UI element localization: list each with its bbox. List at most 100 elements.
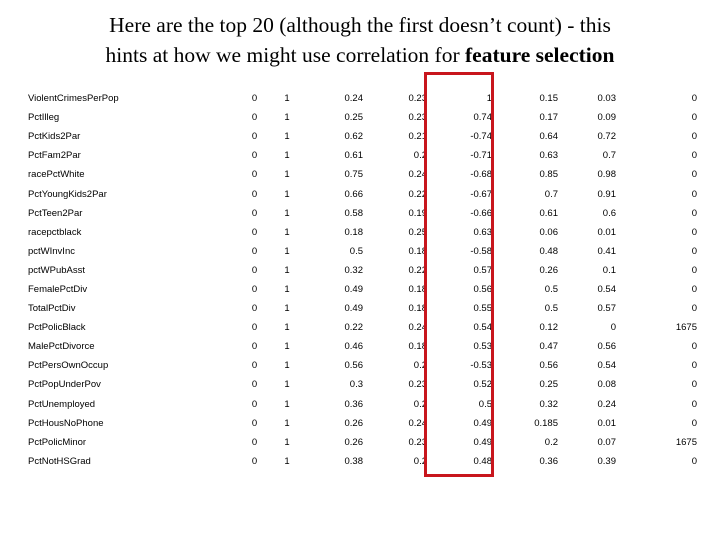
median-cell: 0.85 [539, 169, 559, 181]
mean-cell: 0.58 [344, 207, 364, 219]
mode-cell: 0.41 [597, 245, 617, 257]
attribute-name-cell: PctPolicMinor [28, 436, 87, 448]
mean-cell: 0.49 [344, 283, 364, 295]
max-cell: 1 [284, 131, 290, 143]
slide-title: Here are the top 20 (although the first … [0, 10, 720, 70]
max-cell: 1 [284, 360, 290, 372]
missing-count-cell: 0 [691, 264, 697, 276]
missing-count-cell: 0 [691, 417, 697, 429]
mode-cell: 0.57 [597, 303, 617, 315]
table-row: PctUnemployed 0 1 0.36 0.2 0.5 0.32 0.24 0 [28, 395, 697, 414]
stdev-cell: 0.18 [408, 341, 428, 353]
title-line-1: Here are the top 20 (although the first … [109, 13, 611, 37]
attribute-name-cell: PctIlleg [28, 112, 60, 124]
median-cell: 0.63 [539, 150, 559, 162]
mean-cell: 0.5 [349, 245, 363, 257]
median-cell: 0.48 [539, 245, 559, 257]
stdev-cell: 0.2 [413, 398, 427, 410]
stdev-cell: 0.18 [408, 303, 428, 315]
stdev-cell: 0.2 [413, 455, 427, 467]
max-cell: 1 [284, 417, 290, 429]
missing-count-cell: 0 [691, 112, 697, 124]
attribute-name-cell: PctNotHSGrad [28, 455, 91, 467]
table-row: PctKids2Par 0 1 0.62 0.21 -0.74 0.64 0.72 0 [28, 127, 697, 146]
mean-cell: 0.22 [344, 322, 364, 334]
attribute-name-cell: racepctblack [28, 226, 82, 238]
max-cell: 1 [284, 245, 290, 257]
mean-cell: 0.24 [344, 93, 364, 105]
table-row: PctPersOwnOccup 0 1 0.56 0.2 -0.53 0.56 0.54 0 [28, 356, 697, 375]
correlation-column-highlight [424, 72, 494, 477]
min-cell: 0 [251, 436, 258, 448]
stdev-cell: 0.2 [413, 150, 427, 162]
min-cell: 0 [251, 131, 258, 143]
stdev-cell: 0.2 [413, 360, 427, 372]
max-cell: 1 [284, 188, 290, 200]
table-row: PctHousNoPhone 0 1 0.26 0.24 0.49 0.185 0.01 0 [28, 414, 697, 433]
max-cell: 1 [284, 264, 290, 276]
min-cell: 0 [251, 398, 258, 410]
min-cell: 0 [251, 112, 258, 124]
min-cell: 0 [251, 188, 258, 200]
median-cell: 0.17 [539, 112, 559, 124]
min-cell: 0 [251, 455, 258, 467]
title-line-2: hints at how we might use correlation fo… [0, 40, 720, 70]
stdev-cell: 0.22 [408, 264, 428, 276]
mean-cell: 0.56 [344, 360, 364, 372]
mean-cell: 0.26 [344, 417, 364, 429]
correlation-table: ViolentCrimesPerPop 0 1 0.24 0.23 1 0.15 0.03 0 P… [28, 89, 697, 471]
mode-cell: 0 [610, 322, 616, 334]
mean-cell: 0.18 [344, 226, 364, 238]
stdev-cell: 0.24 [408, 417, 428, 429]
stdev-cell: 0.24 [408, 322, 428, 334]
stdev-cell: 0.21 [408, 131, 428, 143]
median-cell: 0.61 [539, 207, 559, 219]
mean-cell: 0.62 [344, 131, 364, 143]
table-row: PctIlleg 0 1 0.25 0.23 0.74 0.17 0.09 0 [28, 108, 697, 127]
mean-cell: 0.26 [344, 436, 364, 448]
max-cell: 1 [284, 226, 290, 238]
mean-cell: 0.46 [344, 341, 364, 353]
max-cell: 1 [284, 283, 290, 295]
table-row: ViolentCrimesPerPop 0 1 0.24 0.23 1 0.15 0.03 0 [28, 89, 697, 108]
max-cell: 1 [284, 398, 290, 410]
median-cell: 0.15 [539, 93, 559, 105]
stdev-cell: 0.25 [408, 226, 428, 238]
missing-count-cell: 0 [691, 245, 697, 257]
mode-cell: 0.98 [597, 169, 617, 181]
missing-count-cell: 0 [691, 455, 697, 467]
mode-cell: 0.56 [597, 341, 617, 353]
table-row: PctFam2Par 0 1 0.61 0.2 -0.71 0.63 0.7 0 [28, 146, 697, 165]
median-cell: 0.5 [544, 303, 558, 315]
table-row: TotalPctDiv 0 1 0.49 0.18 0.55 0.5 0.57 0 [28, 299, 697, 318]
attribute-name-cell: TotalPctDiv [28, 303, 76, 315]
missing-count-cell: 0 [691, 188, 697, 200]
missing-count-cell: 0 [691, 93, 697, 105]
min-cell: 0 [251, 341, 258, 353]
median-cell: 0.185 [534, 417, 558, 429]
mean-cell: 0.25 [344, 112, 364, 124]
mean-cell: 0.32 [344, 264, 364, 276]
table-row: PctYoungKids2Par 0 1 0.66 0.22 -0.67 0.7 0.91 0 [28, 184, 697, 203]
attribute-name-cell: PctPolicBlack [28, 322, 86, 334]
mode-cell: 0.72 [597, 131, 617, 143]
table-row: pctWPubAsst 0 1 0.32 0.22 0.57 0.26 0.1 0 [28, 261, 697, 280]
attribute-name-cell: PctHousNoPhone [28, 417, 104, 429]
attribute-name-cell: PctFam2Par [28, 150, 81, 162]
mean-cell: 0.38 [344, 455, 364, 467]
min-cell: 0 [251, 245, 258, 257]
min-cell: 0 [251, 226, 258, 238]
title-line-2-text: hints at how we might use correlation fo… [105, 43, 465, 67]
attribute-name-cell: PctPopUnderPov [28, 379, 101, 391]
mode-cell: 0.03 [597, 93, 617, 105]
table-body: ViolentCrimesPerPop 0 1 0.24 0.23 1 0.15 0.03 0 P… [28, 89, 697, 471]
missing-count-cell: 0 [691, 150, 697, 162]
max-cell: 1 [284, 112, 290, 124]
attribute-name-cell: PctPersOwnOccup [28, 360, 109, 372]
min-cell: 0 [251, 169, 258, 181]
attribute-name-cell: PctYoungKids2Par [28, 188, 107, 200]
mode-cell: 0.08 [597, 379, 617, 391]
stdev-cell: 0.18 [408, 245, 428, 257]
table-row: FemalePctDiv 0 1 0.49 0.18 0.56 0.5 0.54 0 [28, 280, 697, 299]
mean-cell: 0.66 [344, 188, 364, 200]
